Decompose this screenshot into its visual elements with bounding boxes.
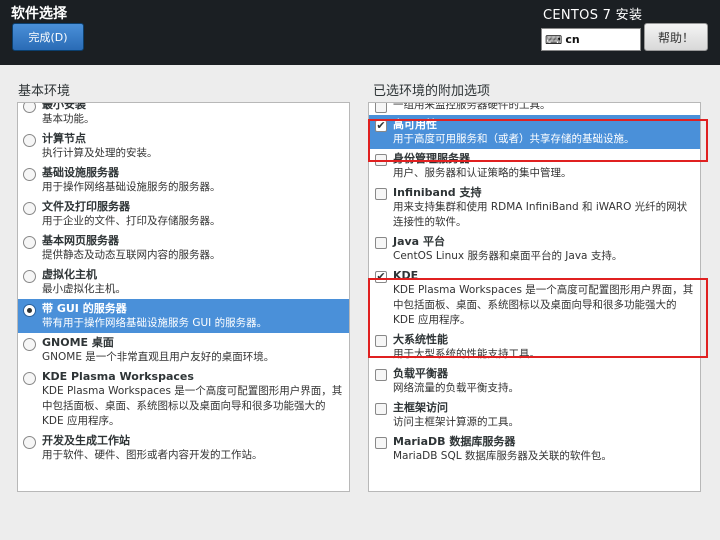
option-description: 提供静态及动态互联网内容的服务器。 [42, 249, 221, 261]
option-title: GNOME 桌面 [42, 336, 114, 349]
radio-button[interactable] [23, 168, 36, 181]
radio-button[interactable] [23, 103, 36, 113]
addon-option[interactable]: MariaDB 数据库服务器 MariaDB SQL 数据库服务器及关联的软件包。 [369, 432, 700, 466]
option-description: 最小虚拟化主机。 [42, 283, 126, 295]
option-title: 文件及打印服务器 [42, 200, 130, 213]
option-title: 开发及生成工作站 [42, 434, 130, 447]
addon-option[interactable]: 大系统性能用于大型系统的性能支持工具。 [369, 330, 700, 364]
addons-heading: 已选环境的附加选项 [373, 84, 491, 99]
option-description: 用来支持集群和使用 RDMA InfiniBand 和 iWARO 光纤的网状连… [393, 201, 688, 228]
environment-option[interactable]: GNOME 桌面 GNOME 是一个非常直观且用户友好的桌面环境。 [18, 333, 349, 367]
radio-button[interactable] [23, 270, 36, 283]
option-title: 带 GUI 的服务器 [42, 302, 127, 315]
addon-option[interactable]: Java 平台 CentOS Linux 服务器和桌面平台的 Java 支持。 [369, 232, 700, 266]
environment-option[interactable]: 最小安装 基本功能。 [18, 102, 349, 129]
environment-option[interactable]: KDE Plasma Workspaces KDE Plasma Workspac… [18, 367, 349, 431]
radio-button[interactable] [23, 372, 36, 385]
checkbox[interactable] [375, 154, 387, 166]
option-description: 执行计算及处理的安装。 [42, 147, 158, 159]
keyboard-layout-indicator[interactable]: ⌨ cn [541, 28, 641, 51]
checkbox[interactable] [375, 403, 387, 415]
option-description: 带有用于操作网络基础设施服务 GUI 的服务器。 [42, 317, 268, 329]
option-description: MariaDB SQL 数据库服务器及关联的软件包。 [393, 450, 612, 462]
option-description: 用于操作网络基础设施服务的服务器。 [42, 181, 221, 193]
option-title: 大系统性能 [393, 333, 448, 346]
option-description: GNOME 是一个非常直观且用户友好的桌面环境。 [42, 351, 275, 363]
option-title: Java 平台 [393, 235, 445, 248]
checkbox[interactable] [375, 103, 387, 113]
option-description: 基本功能。 [42, 113, 95, 125]
radio-button[interactable] [23, 202, 36, 215]
addon-option[interactable]: Infiniband 支持用来支持集群和使用 RDMA InfiniBand 和… [369, 183, 700, 232]
addon-options-list[interactable]: 一组用来监控服务器硬件的工具。 ✔ 高可用性用于高度可用服务和（或者）共享存储的基础… [368, 102, 701, 492]
option-title: Infiniband 支持 [393, 186, 482, 199]
checkbox[interactable] [375, 369, 387, 381]
option-title: KDE [393, 269, 419, 282]
option-description: 访问主框架计算源的工具。 [393, 416, 519, 428]
keyboard-layout-label: cn [565, 33, 580, 46]
option-title: 计算节点 [42, 132, 86, 145]
option-description: KDE Plasma Workspaces 是一个高度可配置图形用户界面，其中包… [393, 284, 694, 326]
checkbox[interactable] [375, 237, 387, 249]
option-description: 用户、服务器和认证策略的集中管理。 [393, 167, 572, 179]
checkbox[interactable]: ✔ [375, 120, 387, 132]
environment-option[interactable]: 基础设施服务器用于操作网络基础设施服务的服务器。 [18, 163, 349, 197]
option-title: 负载平衡器 [393, 367, 448, 380]
checkbox[interactable]: ✔ [375, 271, 387, 283]
addon-option[interactable]: 身份管理服务器用户、服务器和认证策略的集中管理。 [369, 149, 700, 183]
option-description: 用于高度可用服务和（或者）共享存储的基础设施。 [393, 133, 635, 145]
radio-button[interactable] [23, 338, 36, 351]
addon-option[interactable]: 主框架访问访问主框架计算源的工具。 [369, 398, 700, 432]
environment-option[interactable]: 带 GUI 的服务器带有用于操作网络基础设施服务 GUI 的服务器。 [18, 299, 349, 333]
option-description: 网络流量的负载平衡支持。 [393, 382, 519, 394]
top-header-bar: 软件选择 完成(D) CENTOS 7 安装 ⌨ cn 帮助！ [0, 0, 720, 65]
option-title: KDE Plasma Workspaces [42, 370, 194, 383]
checkbox[interactable] [375, 437, 387, 449]
option-title: MariaDB 数据库服务器 [393, 435, 516, 448]
base-environment-heading: 基本环境 [18, 84, 71, 99]
option-title: 主框架访问 [393, 401, 448, 414]
checkbox[interactable] [375, 335, 387, 347]
option-title: 高可用性 [393, 118, 437, 131]
radio-button[interactable] [23, 134, 36, 147]
option-description: CentOS Linux 服务器和桌面平台的 Java 支持。 [393, 250, 623, 262]
option-description: 用于企业的文件、打印及存储服务器。 [42, 215, 221, 227]
environment-option[interactable]: 基本网页服务器提供静态及动态互联网内容的服务器。 [18, 231, 349, 265]
page-title: 软件选择 [11, 6, 67, 22]
checkbox[interactable] [375, 188, 387, 200]
option-title: 最小安装 [42, 102, 86, 111]
radio-button[interactable] [23, 304, 36, 317]
option-title: 身份管理服务器 [393, 152, 470, 165]
base-environment-list[interactable]: 最小安装基本功能。计算节点执行计算及处理的安装。 基础设施服务器用于操作网络基础设… [17, 102, 350, 492]
help-button[interactable]: 帮助！ [644, 23, 708, 51]
option-title: 基本网页服务器 [42, 234, 119, 247]
option-description: 一组用来监控服务器硬件的工具。 [393, 102, 551, 111]
addon-option[interactable]: 一组用来监控服务器硬件的工具。 [369, 102, 700, 115]
radio-button[interactable] [23, 436, 36, 449]
installer-title: CENTOS 7 安装 [543, 8, 643, 23]
environment-option[interactable]: 开发及生成工作站用于软件、硬件、图形或者内容开发的工作站。 [18, 431, 349, 465]
option-title: 虚拟化主机 [42, 268, 97, 281]
environment-option[interactable]: 计算节点执行计算及处理的安装。 [18, 129, 349, 163]
environment-option[interactable]: 文件及打印服务器用于企业的文件、打印及存储服务器。 [18, 197, 349, 231]
option-description: KDE Plasma Workspaces 是一个高度可配置图形用户界面，其中包… [42, 385, 343, 427]
addon-option[interactable]: 负载平衡器网络流量的负载平衡支持。 [369, 364, 700, 398]
radio-button[interactable] [23, 236, 36, 249]
addon-option[interactable]: ✔ KDE KDE Plasma Workspaces 是一个高度可配置图形用户界面… [369, 266, 700, 330]
done-button[interactable]: 完成(D) [12, 23, 84, 51]
option-title: 基础设施服务器 [42, 166, 119, 179]
keyboard-icon: ⌨ [545, 32, 563, 47]
option-description: 用于大型系统的性能支持工具。 [393, 348, 540, 360]
addon-option[interactable]: ✔ 高可用性用于高度可用服务和（或者）共享存储的基础设施。 [369, 115, 700, 149]
environment-option[interactable]: 虚拟化主机最小虚拟化主机。 [18, 265, 349, 299]
option-description: 用于软件、硬件、图形或者内容开发的工作站。 [42, 449, 263, 461]
